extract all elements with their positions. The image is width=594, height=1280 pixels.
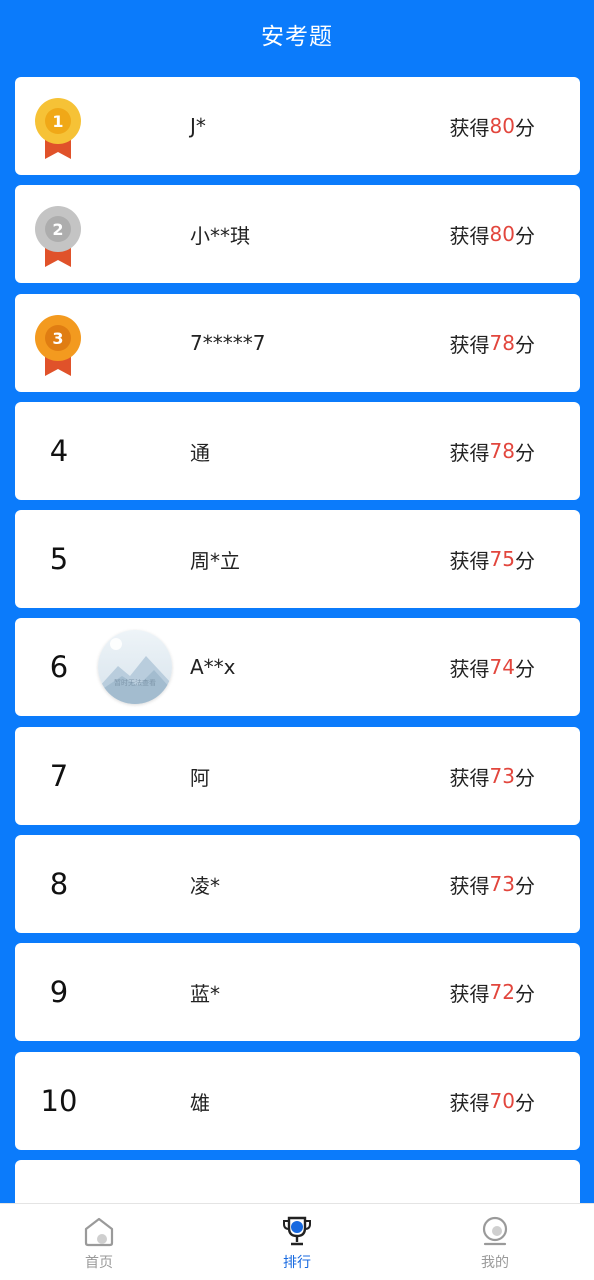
tab-home[interactable]: 首页 — [0, 1204, 198, 1280]
tab-profile[interactable]: 我的 — [396, 1204, 594, 1280]
user-name: 通 — [190, 440, 210, 465]
user-name: A**x — [190, 655, 236, 679]
rank-number: 7 — [49, 759, 69, 793]
ranking-row[interactable]: 11 — [15, 1160, 580, 1203]
user-name: 蓝* — [190, 981, 220, 1006]
ranking-list[interactable]: 1 J* 获得 80 分 2 小**琪 获得 80 分 3 7*****7 获得 78 分 … — [0, 0, 594, 1203]
avatar: 暂时无法查看 — [98, 630, 172, 704]
gold-medal-icon: 1 — [35, 98, 81, 159]
ranking-row[interactable]: 8 凌* 获得 73 分 — [15, 835, 580, 933]
bottom-tab-bar: 首页 排行 我的 — [0, 1203, 594, 1280]
tab-label: 首页 — [85, 1255, 113, 1271]
ranking-row[interactable]: 1 J* 获得 80 分 — [15, 77, 580, 175]
rank-number: 3 — [52, 329, 63, 348]
score-text: 获得 78 分 — [449, 331, 535, 357]
ranking-row[interactable]: 5 周*立 获得 75 分 — [15, 510, 580, 608]
score-text: 获得 73 分 — [449, 764, 535, 790]
avatar-caption: 暂时无法查看 — [114, 679, 156, 687]
rank-number: 4 — [49, 434, 69, 468]
trophy-icon — [283, 1216, 311, 1246]
score-text: 获得 70 分 — [449, 1089, 535, 1115]
score-value: 70 — [489, 1089, 515, 1113]
rank-number: 10 — [40, 1084, 78, 1118]
rank-number: 5 — [49, 542, 69, 576]
score-value: 80 — [489, 114, 515, 138]
ranking-row[interactable]: 9 蓝* 获得 72 分 — [15, 943, 580, 1041]
rank-number: 11 — [15, 1172, 103, 1203]
user-name: 凌* — [190, 873, 220, 898]
user-name: 周*立 — [190, 548, 240, 573]
rank-number: 2 — [52, 220, 63, 239]
score-text: 获得 75 分 — [449, 547, 535, 573]
ranking-row[interactable]: 7 阿 获得 73 分 — [15, 727, 580, 825]
ranking-row[interactable]: 3 7*****7 获得 78 分 — [15, 294, 580, 392]
silver-medal-icon: 2 — [35, 206, 81, 267]
user-name: 7*****7 — [190, 331, 266, 355]
score-value: 73 — [489, 872, 515, 896]
score-value: 75 — [489, 547, 515, 571]
score-value: 80 — [489, 222, 515, 246]
image-placeholder-icon — [98, 638, 172, 704]
score-value: 73 — [489, 764, 515, 788]
rank-number: 8 — [49, 867, 69, 901]
score-text: 获得 74 分 — [449, 655, 535, 681]
score-text: 获得 78 分 — [449, 439, 535, 465]
tab-label: 排行 — [283, 1255, 311, 1271]
score-value: 72 — [489, 980, 515, 1004]
rank-number: 6 — [49, 650, 69, 684]
score-text: 获得 80 分 — [449, 222, 535, 248]
user-name: 阿 — [190, 765, 210, 790]
ranking-row[interactable]: 4 通 获得 78 分 — [15, 402, 580, 500]
user-name: J* — [190, 114, 206, 138]
tab-ranking[interactable]: 排行 — [198, 1204, 396, 1280]
rank-number: 1 — [52, 112, 63, 131]
score-text: 获得 72 分 — [449, 980, 535, 1006]
ranking-row[interactable]: 2 小**琪 获得 80 分 — [15, 185, 580, 283]
user-name: 小**琪 — [190, 223, 250, 248]
score-value: 78 — [489, 439, 515, 463]
home-icon — [84, 1217, 114, 1247]
score-text: 获得 73 分 — [449, 872, 535, 898]
tab-label: 我的 — [481, 1255, 509, 1271]
score-value: 78 — [489, 331, 515, 355]
rank-number: 9 — [49, 975, 69, 1009]
ranking-row[interactable]: 6 暂时无法查看 A**x 获得 74 分 — [15, 618, 580, 716]
score-text: 获得 80 分 — [449, 114, 535, 140]
bronze-medal-icon: 3 — [35, 315, 81, 376]
score-value: 74 — [489, 655, 515, 679]
user-name: 雄 — [190, 1090, 210, 1115]
ranking-row[interactable]: 10 雄 获得 70 分 — [15, 1052, 580, 1150]
profile-icon — [482, 1216, 508, 1246]
